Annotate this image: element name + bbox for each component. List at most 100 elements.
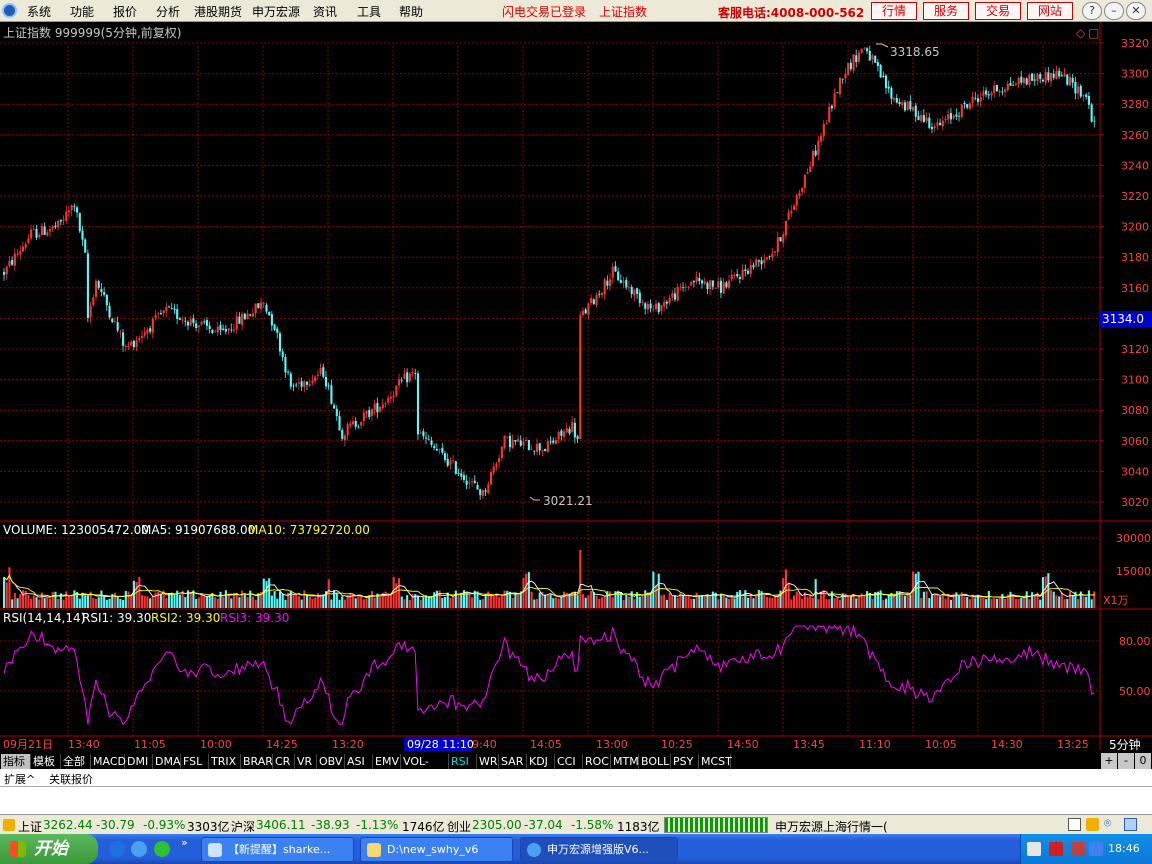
menu-swhy[interactable]: 申万宏源 — [252, 3, 300, 20]
tab-cci[interactable]: CCI — [555, 754, 583, 769]
candle-body — [1020, 76, 1023, 83]
tab-voltdx[interactable]: VOL-TDX — [401, 754, 449, 783]
tab-dma[interactable]: DMA — [153, 754, 181, 769]
volume-bar — [698, 595, 701, 608]
volume-bar — [998, 597, 1001, 608]
tab-asi[interactable]: ASI — [345, 754, 373, 769]
candle-body — [968, 103, 971, 109]
reset-button[interactable]: 0 — [1135, 753, 1151, 769]
quicklaunch-more-icon[interactable]: » — [181, 836, 188, 849]
index-link[interactable]: 上证指数 — [599, 3, 647, 20]
market-button[interactable]: 行情 — [871, 2, 917, 20]
zoom-out-button[interactable]: - — [1118, 753, 1134, 769]
volume-bar — [771, 597, 774, 608]
tab-kdj[interactable]: KDJ — [527, 754, 555, 769]
candle-body — [46, 232, 49, 236]
zoom-in-button[interactable]: + — [1101, 753, 1117, 769]
minimize-icon[interactable]: – — [1104, 2, 1124, 20]
candle-body — [479, 489, 482, 496]
tray-icon-1[interactable] — [1027, 842, 1041, 856]
price-axis-label: 3260 — [1121, 129, 1149, 142]
kline-chart[interactable]: 3320330032803260324032203200318031603140… — [0, 22, 1152, 752]
tab-boll[interactable]: BOLL — [639, 754, 671, 769]
menu-analysis[interactable]: 分析 — [156, 3, 180, 20]
tab-vr[interactable]: VR — [295, 754, 317, 769]
price-axis-label: 3200 — [1121, 221, 1149, 234]
menu-hk-futures[interactable]: 港股期货 — [194, 3, 242, 20]
task-folder[interactable]: D:\new_swhy_v6 — [360, 837, 513, 862]
website-button[interactable]: 网站 — [1027, 2, 1073, 20]
diamond-icon[interactable]: ◇ — [1076, 26, 1086, 40]
service-button[interactable]: 服务 — [923, 2, 969, 20]
extend-tab[interactable]: 扩展^ — [4, 771, 35, 787]
wifi-icon[interactable]: ⌾ — [1104, 816, 1111, 831]
tray-icon-2[interactable] — [1049, 842, 1063, 856]
tab-emv[interactable]: EMV — [373, 754, 401, 769]
tab-all[interactable]: 全部 — [61, 754, 91, 769]
menu-system[interactable]: 系统 — [27, 3, 51, 20]
related-quote-tab[interactable]: 关联报价 — [49, 771, 93, 787]
tab-brar[interactable]: BRAR — [241, 754, 273, 769]
candle-body — [514, 440, 517, 442]
media-icon[interactable] — [154, 841, 170, 857]
tab-obv[interactable]: OBV — [317, 754, 345, 769]
volume-bar — [738, 590, 741, 608]
volume-bar — [427, 597, 430, 608]
tab-template[interactable]: 模板 — [31, 754, 61, 769]
window-icon[interactable] — [1068, 818, 1081, 831]
menu-tools[interactable]: 工具 — [357, 3, 381, 20]
candle-body — [86, 253, 89, 318]
help-icon[interactable]: ? — [1082, 2, 1102, 20]
tab-macd[interactable]: MACD — [91, 754, 126, 769]
tab-fsl[interactable]: FSL — [181, 754, 209, 769]
quote-server-label[interactable]: 申万宏源上海行情一( — [775, 818, 888, 835]
tab-sar[interactable]: SAR — [499, 754, 527, 769]
volume-bar — [370, 591, 374, 608]
candle-body — [1012, 84, 1015, 86]
menu-help[interactable]: 帮助 — [399, 3, 423, 20]
menu-news[interactable]: 资讯 — [313, 3, 337, 20]
flag-icon[interactable] — [1071, 842, 1085, 856]
period-label[interactable]: 5分钟 — [1109, 737, 1141, 752]
tab-wr[interactable]: WR — [477, 754, 499, 769]
cy-index-name[interactable]: 创业 — [447, 818, 471, 835]
tab-indicator[interactable]: 指标 — [1, 754, 31, 769]
volume-bar — [397, 578, 401, 608]
task-swhy[interactable]: 申万宏源增强版V6... — [520, 837, 678, 862]
volume-bar — [70, 595, 73, 608]
volume-bar — [1087, 590, 1090, 608]
candle-body — [333, 405, 336, 409]
volume-bar — [97, 597, 100, 608]
trade-button[interactable]: 交易 — [975, 2, 1021, 20]
menu-function[interactable]: 功能 — [70, 3, 94, 20]
candle-body — [376, 402, 379, 413]
sh-index-name[interactable]: 上证 — [18, 818, 42, 835]
volume-bar — [930, 594, 934, 608]
volume-bar — [1060, 592, 1063, 608]
volume-bar — [379, 597, 382, 608]
tab-psy[interactable]: PSY — [671, 754, 699, 769]
alert-icon[interactable] — [1086, 818, 1099, 831]
candle-body — [135, 340, 138, 348]
menu-quote[interactable]: 报价 — [113, 3, 137, 20]
tab-mtm[interactable]: MTM — [611, 754, 639, 769]
ie-icon[interactable] — [109, 841, 125, 857]
volume-bar — [170, 592, 173, 608]
tab-rsi[interactable]: RSI — [449, 754, 477, 769]
hs-index-name[interactable]: 沪深 — [231, 818, 255, 835]
tab-dmi[interactable]: DMI — [125, 754, 153, 769]
network-icon[interactable] — [1089, 842, 1103, 856]
tab-trix[interactable]: TRIX — [209, 754, 241, 769]
tab-roc[interactable]: ROC — [583, 754, 611, 769]
task-forum[interactable]: 【新提醒】sharke... — [201, 837, 354, 862]
restore-icon[interactable]: □ — [1088, 26, 1099, 40]
tab-cr[interactable]: CR — [273, 754, 295, 769]
candle-body — [519, 440, 522, 446]
start-button[interactable]: 开始 — [0, 834, 98, 864]
candle-body — [249, 314, 252, 316]
candle-body — [657, 303, 660, 313]
lock-icon[interactable] — [1124, 818, 1137, 831]
browser-icon[interactable] — [131, 841, 147, 857]
tab-mcst[interactable]: MCST — [699, 754, 732, 769]
close-icon[interactable]: ✕ — [1126, 2, 1146, 20]
